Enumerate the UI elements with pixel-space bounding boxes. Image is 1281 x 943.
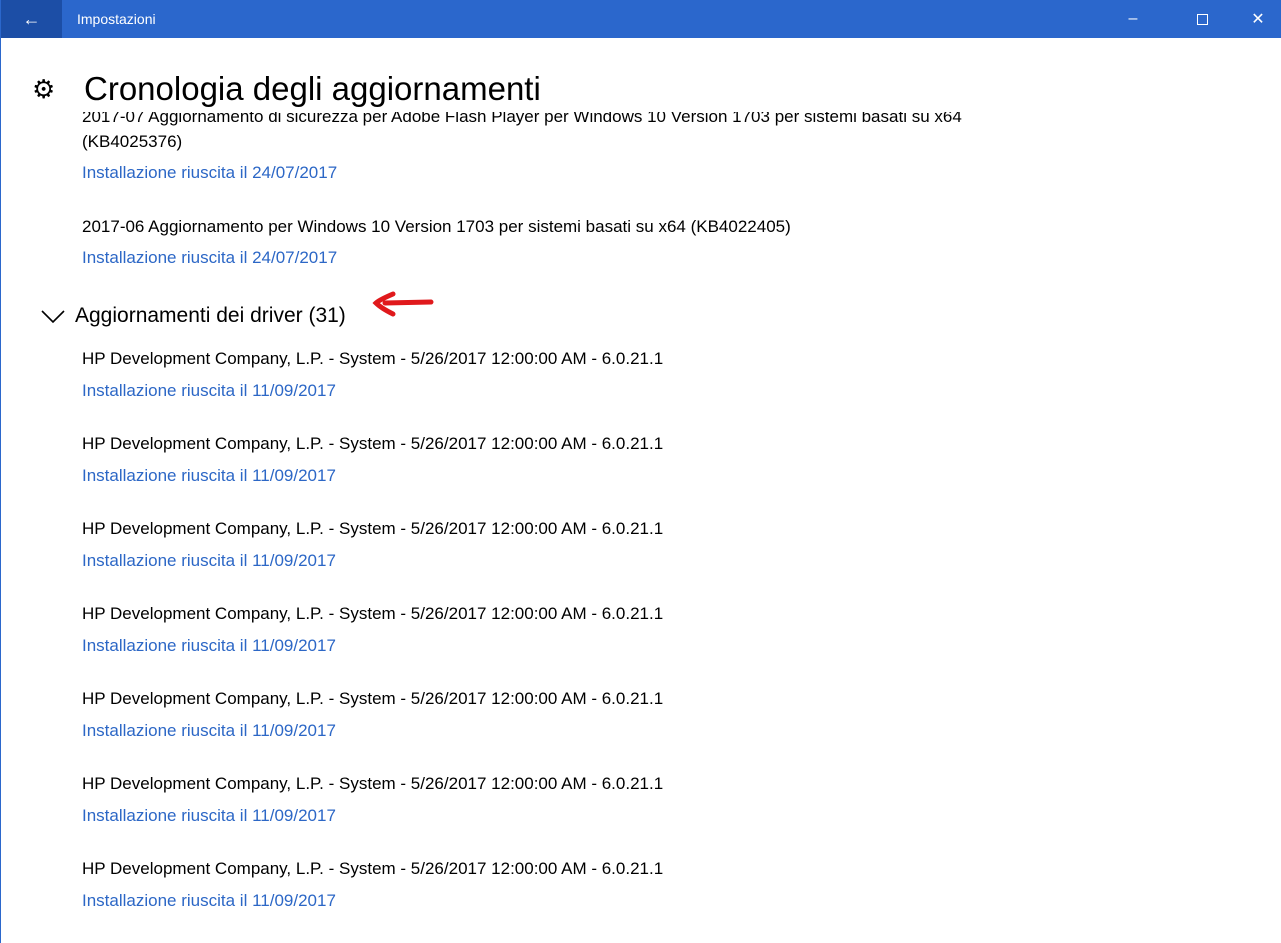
driver-update-name: HP Development Company, L.P. - System - … [82, 859, 664, 878]
driver-update-name: HP Development Company, L.P. - System - … [82, 349, 664, 368]
title-bar: ← Impostazioni – ✕ [1, 0, 1281, 38]
back-button[interactable]: ← [1, 0, 62, 38]
update-status-link[interactable]: Installazione riuscita il 24/07/2017 [82, 248, 337, 268]
minimize-icon: – [1128, 10, 1138, 27]
maximize-icon [1196, 13, 1208, 25]
chevron-down-icon [41, 310, 65, 324]
update-name: 2017-07 Aggiornamento di sicurezza per A… [82, 112, 962, 126]
driver-update-status-link[interactable]: Installazione riuscita il 11/09/2017 [82, 806, 336, 826]
driver-update-name: HP Development Company, L.P. - System - … [82, 434, 664, 453]
driver-update-status-link[interactable]: Installazione riuscita il 11/09/2017 [82, 551, 336, 571]
page-header: ⚙ Cronologia degli aggiornamenti [1, 40, 1281, 112]
update-name: 2017-06 Aggiornamento per Windows 10 Ver… [82, 217, 791, 236]
update-history-list[interactable]: 2017-07 Aggiornamento di sicurezza per A… [1, 112, 1281, 943]
driver-group-label: Aggiornamenti dei driver (31) [75, 304, 346, 327]
close-icon: ✕ [1251, 11, 1265, 28]
driver-update-status-link[interactable]: Installazione riuscita il 11/09/2017 [82, 381, 336, 401]
minimize-button[interactable]: – [1110, 0, 1156, 38]
gear-icon: ⚙ [32, 74, 56, 104]
driver-update-status-link[interactable]: Installazione riuscita il 11/09/2017 [82, 891, 336, 911]
close-button[interactable]: ✕ [1235, 0, 1281, 38]
arrow-left-icon: ← [22, 8, 41, 29]
driver-update-name: HP Development Company, L.P. - System - … [82, 774, 664, 793]
driver-update-name: HP Development Company, L.P. - System - … [82, 604, 664, 623]
driver-update-status-link[interactable]: Installazione riuscita il 11/09/2017 [82, 636, 336, 656]
driver-update-status-link[interactable]: Installazione riuscita il 11/09/2017 [82, 466, 336, 486]
page-title: Cronologia degli aggiornamenti [84, 70, 541, 107]
red-arrow-annotation [372, 291, 434, 317]
driver-update-name: HP Development Company, L.P. - System - … [82, 519, 664, 538]
update-status-link[interactable]: Installazione riuscita il 24/07/2017 [82, 163, 337, 183]
driver-update-name: HP Development Company, L.P. - System - … [82, 689, 664, 708]
update-name-kb: (KB4025376) [82, 132, 183, 151]
app-title: Impostazioni [77, 11, 156, 27]
maximize-button[interactable] [1179, 0, 1225, 38]
driver-update-status-link[interactable]: Installazione riuscita il 11/09/2017 [82, 721, 336, 741]
driver-updates-group-toggle[interactable]: Aggiornamenti dei driver (31) [41, 304, 346, 328]
